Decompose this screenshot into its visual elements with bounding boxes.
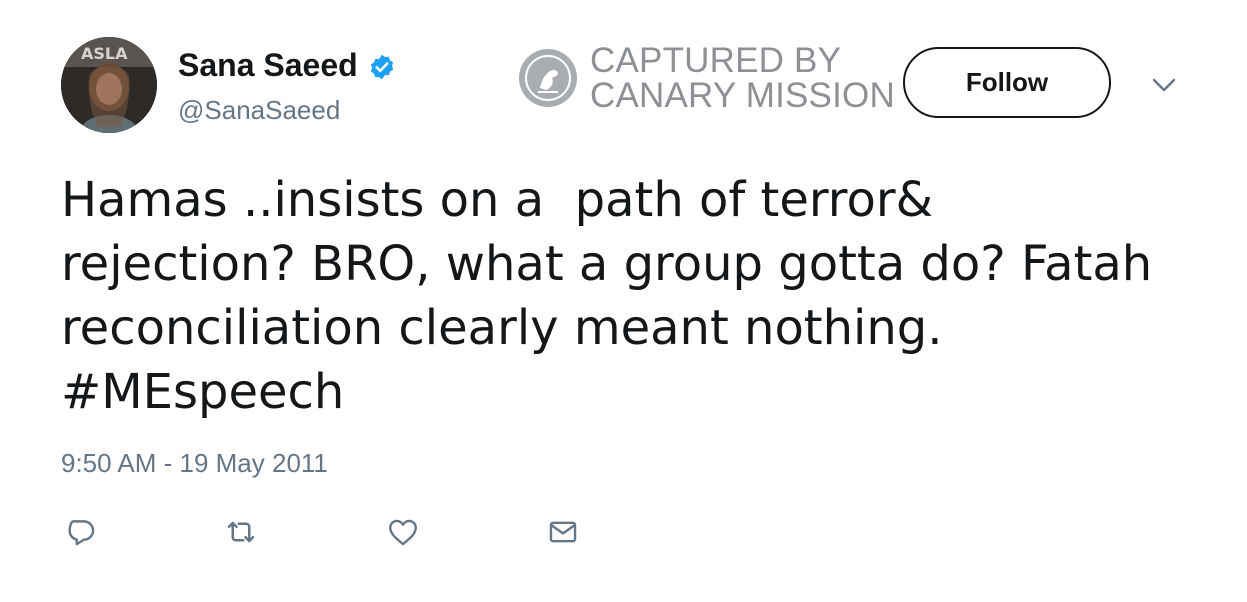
user-display-name[interactable]: Sana Saeed [178, 46, 396, 84]
heart-icon [389, 519, 417, 546]
follow-button[interactable]: Follow [903, 47, 1111, 118]
verified-badge-icon [368, 51, 396, 80]
display-name-text[interactable]: Sana Saeed [178, 46, 358, 84]
tweet-text: Hamas ..insists on a path of terror& rej… [61, 172, 1153, 420]
tweet-timestamp[interactable]: 9:50 AM - 19 May 2011 [61, 448, 328, 478]
envelope-icon [549, 521, 577, 543]
reply-icon [68, 520, 95, 546]
retweet-button[interactable] [221, 512, 261, 552]
watermark-line-2: CANARY MISSION [590, 76, 895, 115]
user-handle[interactable]: @SanaSaeed [178, 94, 340, 126]
retweet-icon [227, 521, 255, 543]
direct-message-button[interactable] [543, 512, 583, 552]
avatar[interactable]: ASLA [61, 37, 157, 133]
watermark-line-1: CAPTURED BY [590, 41, 842, 80]
tweet-actions [61, 512, 621, 552]
like-button[interactable] [383, 512, 423, 552]
svg-text:ASLA: ASLA [81, 44, 128, 63]
canary-mission-watermark: CAPTURED BY CANARY MISSION [518, 43, 895, 113]
chevron-down-icon[interactable] [1150, 74, 1178, 96]
canary-logo-icon [519, 49, 577, 107]
reply-button[interactable] [61, 512, 101, 552]
